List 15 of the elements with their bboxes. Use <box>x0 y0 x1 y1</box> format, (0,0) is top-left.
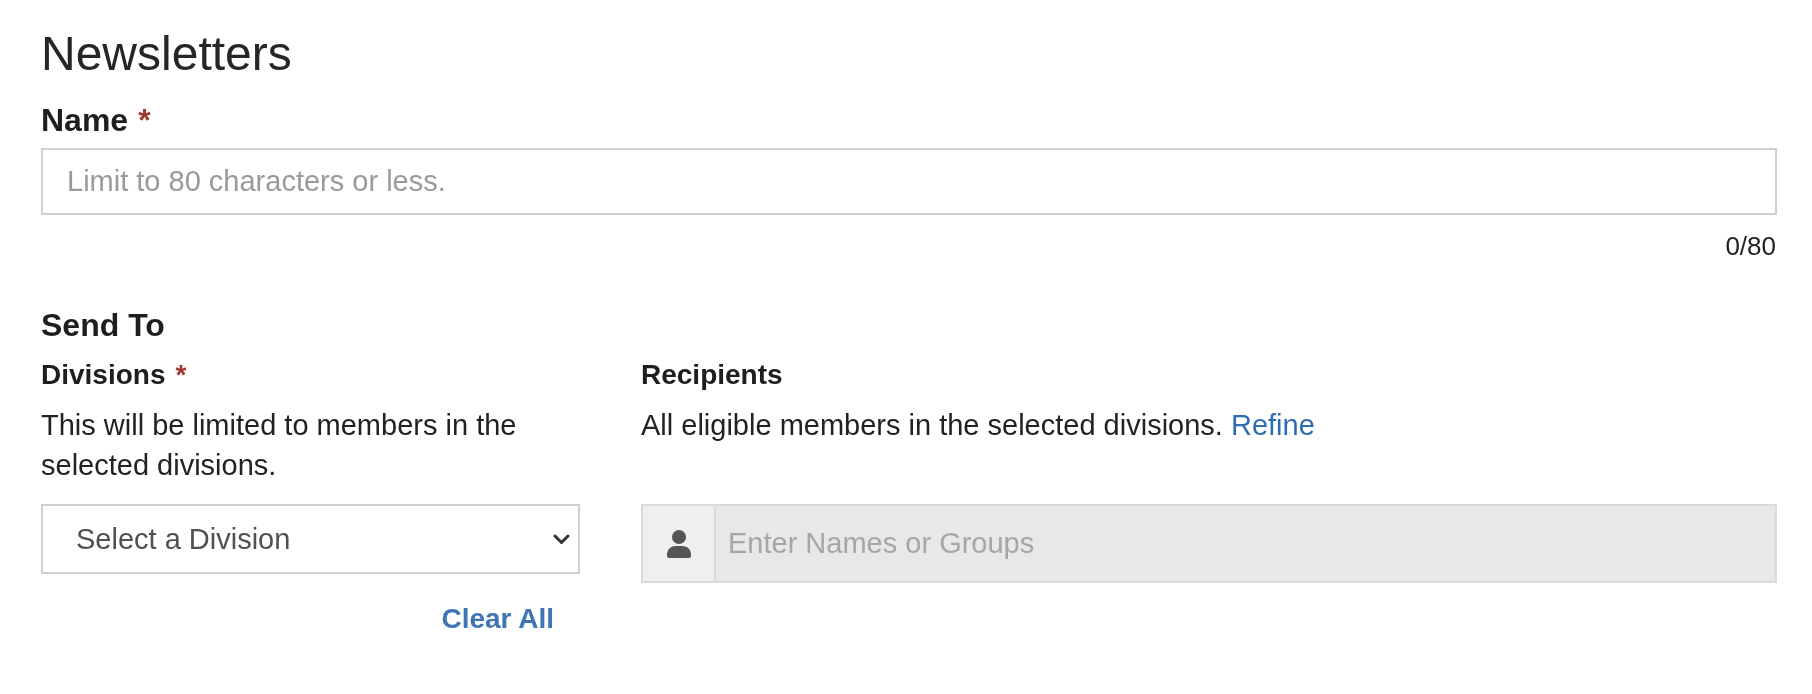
page-title: Newsletters <box>41 26 292 82</box>
required-mark: * <box>175 358 187 392</box>
help-text: All eligible members in the selected divisions. Refine <box>641 408 1315 443</box>
section-heading: Send To <box>41 306 165 345</box>
field-label: Name <box>41 101 129 140</box>
field-label: Divisions <box>41 358 166 392</box>
character-counter: 0/80 <box>1725 230 1776 262</box>
required-mark: * <box>138 101 151 140</box>
chevron-down-icon <box>553 533 570 545</box>
help-text: This will be limited to members in the selected divisions. <box>41 408 518 483</box>
division-select[interactable]: Select a Division <box>41 504 580 574</box>
clear-all-link[interactable]: Clear All <box>441 601 554 637</box>
name-input[interactable]: Limit to 80 characters or less. <box>41 148 1777 215</box>
field-label: Recipients <box>641 358 783 392</box>
person-icon <box>641 504 716 583</box>
